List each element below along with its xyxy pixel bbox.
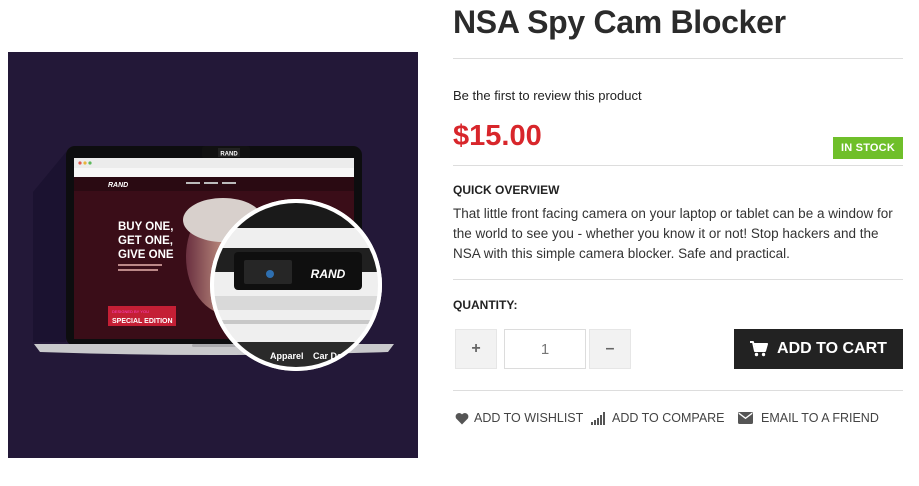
overview-divider <box>453 279 903 280</box>
add-to-compare-label: ADD TO COMPARE <box>612 411 725 425</box>
shopping-cart-icon <box>750 341 769 357</box>
quick-overview-heading: QUICK OVERVIEW <box>453 183 560 197</box>
site-logo: RAND <box>108 182 128 189</box>
price-divider <box>453 165 903 166</box>
actions-divider <box>453 390 903 391</box>
add-to-wishlist-link[interactable]: ADD TO WISHLIST <box>455 411 583 425</box>
product-image[interactable]: RAND RAND BUY ONE, GET ONE, GIVE ONE DES… <box>8 52 418 458</box>
heart-icon <box>455 412 469 424</box>
hero-headline-line-2: GET ONE, <box>118 235 173 247</box>
hero-headline-line-3: GIVE ONE <box>118 249 174 261</box>
add-to-cart-label: ADD TO CART <box>777 340 887 357</box>
stock-status-badge: IN STOCK <box>833 137 903 159</box>
webcam-cover-brand: RAND <box>220 152 238 158</box>
quantity-input[interactable] <box>504 329 586 369</box>
envelope-icon <box>738 412 753 424</box>
quantity-increase-button[interactable]: + <box>455 329 497 369</box>
badge-small-text: DESIGNED BY YOU <box>112 309 149 314</box>
lens-nav-apparel: Apparel <box>270 351 304 361</box>
email-to-friend-link[interactable]: EMAIL TO A FRIEND <box>738 411 879 425</box>
add-to-cart-button[interactable]: ADD TO CART <box>734 329 903 369</box>
quantity-label: QUANTITY: <box>453 298 518 312</box>
add-to-wishlist-label: ADD TO WISHLIST <box>474 411 584 425</box>
write-review-link[interactable]: Be the first to review this product <box>453 88 642 103</box>
laptop-camera-illustration: RAND RAND BUY ONE, GET ONE, GIVE ONE DES… <box>33 146 394 371</box>
add-to-compare-link[interactable]: ADD TO COMPARE <box>591 411 725 425</box>
product-title: NSA Spy Cam Blocker <box>453 4 786 40</box>
badge-text: SPECIAL EDITION <box>112 318 173 325</box>
quick-overview-text: That little front facing camera on your … <box>453 206 893 261</box>
product-price: $15.00 <box>453 120 542 152</box>
title-divider <box>453 58 903 59</box>
lens-brand: RAND <box>311 267 346 281</box>
email-to-friend-label: EMAIL TO A FRIEND <box>761 411 879 425</box>
bar-chart-icon <box>591 411 605 425</box>
quantity-decrease-button[interactable]: – <box>589 329 631 369</box>
hero-headline-line-1: BUY ONE, <box>118 221 173 233</box>
